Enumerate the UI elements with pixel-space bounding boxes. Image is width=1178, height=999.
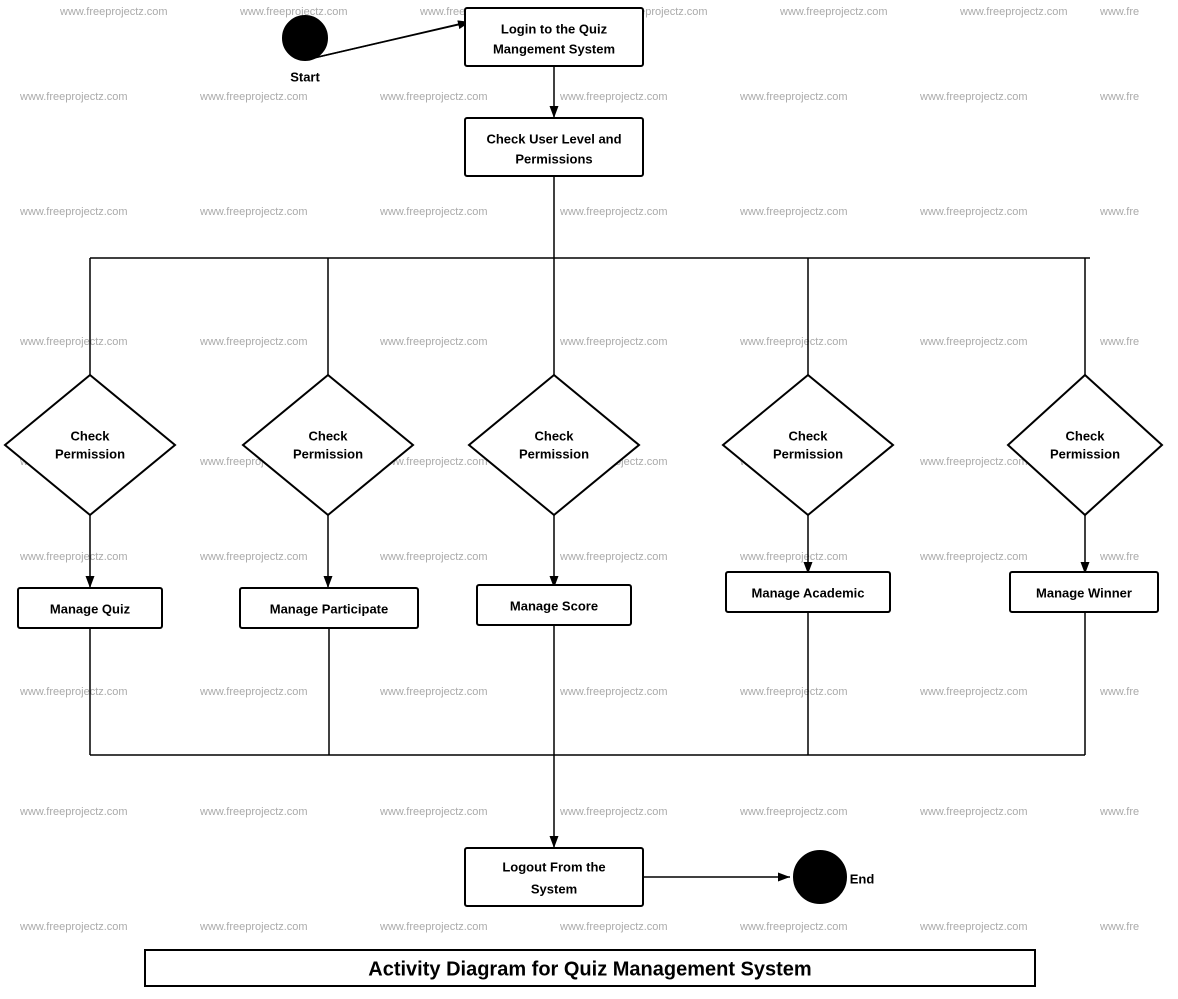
wm-r7-1: www.freeprojectz.com — [19, 686, 128, 698]
wm-r8-5: www.freeprojectz.com — [739, 806, 848, 818]
wm-r4-1: www.freeprojectz.com — [19, 336, 128, 348]
wm-row2-5: www.freeprojectz.com — [739, 91, 848, 103]
manage-score-text: Manage Score — [510, 598, 598, 613]
wm-r3-5: www.freeprojectz.com — [739, 206, 848, 218]
check-perm2-node — [243, 375, 413, 515]
manage-participate-text: Manage Participate — [270, 601, 389, 616]
manage-quiz-text: Manage Quiz — [50, 601, 131, 616]
check-user-text1: Check User Level and — [486, 131, 621, 146]
wm-r8-1: www.freeprojectz.com — [19, 806, 128, 818]
wm-r9-5: www.freeprojectz.com — [739, 921, 848, 933]
wm-row2-3: www.freeprojectz.com — [379, 91, 488, 103]
wm-r6-7: www.fre — [1099, 551, 1139, 563]
end-label: End — [850, 871, 875, 886]
check-perm5-text1: Check — [1065, 428, 1105, 443]
check-perm4-text2: Permission — [773, 446, 843, 461]
check-perm3-node — [469, 375, 639, 515]
wm-r3-4: www.freeprojectz.com — [559, 206, 668, 218]
wm-5: www.freeprojectz.com — [779, 6, 888, 18]
wm-r6-6: www.freeprojectz.com — [919, 551, 1028, 563]
manage-winner-text: Manage Winner — [1036, 585, 1132, 600]
wm-r9-7: www.fre — [1099, 921, 1139, 933]
arrow-start-login — [305, 22, 470, 60]
wm-r7-6: www.freeprojectz.com — [919, 686, 1028, 698]
wm-r8-3: www.freeprojectz.com — [379, 806, 488, 818]
manage-academic-text: Manage Academic — [752, 585, 865, 600]
wm-r6-4: www.freeprojectz.com — [559, 551, 668, 563]
wm-r7-5: www.freeprojectz.com — [739, 686, 848, 698]
diagram-title: Activity Diagram for Quiz Management Sys… — [368, 958, 811, 980]
check-perm1-node — [5, 375, 175, 515]
wm-r8-6: www.freeprojectz.com — [919, 806, 1028, 818]
end-node — [794, 851, 846, 903]
check-user-text2: Permissions — [515, 151, 592, 166]
wm-r3-3: www.freeprojectz.com — [379, 206, 488, 218]
wm-r8-4: www.freeprojectz.com — [559, 806, 668, 818]
wm-r9-1: www.freeprojectz.com — [19, 921, 128, 933]
diagram-container: www.freeprojectz.com www.freeprojectz.co… — [0, 0, 1178, 994]
wm-row2-7: www.fre — [1099, 91, 1139, 103]
wm-r4-7: www.fre — [1099, 336, 1139, 348]
check-perm4-text1: Check — [788, 428, 828, 443]
wm-r7-3: www.freeprojectz.com — [379, 686, 488, 698]
check-perm5-node — [1008, 375, 1162, 515]
check-user-level-node — [465, 118, 643, 176]
wm-row2-2: www.freeprojectz.com — [199, 91, 308, 103]
wm-r6-3: www.freeprojectz.com — [379, 551, 488, 563]
wm-7: www.fre — [1099, 6, 1139, 18]
wm-r7-2: www.freeprojectz.com — [199, 686, 308, 698]
wm-r9-3: www.freeprojectz.com — [379, 921, 488, 933]
check-perm2-text2: Permission — [293, 446, 363, 461]
wm-r6-1: www.freeprojectz.com — [19, 551, 128, 563]
wm-1: www.freeprojectz.com — [59, 6, 168, 18]
wm-r4-6: www.freeprojectz.com — [919, 336, 1028, 348]
wm-row2-1: www.freeprojectz.com — [19, 91, 128, 103]
login-text-line1: Login to the Quiz — [501, 21, 608, 36]
wm-r7-4: www.freeprojectz.com — [559, 686, 668, 698]
wm-row2-4: www.freeprojectz.com — [559, 91, 668, 103]
wm-r3-7: www.fre — [1099, 206, 1139, 218]
wm-r3-2: www.freeprojectz.com — [199, 206, 308, 218]
wm-r6-2: www.freeprojectz.com — [199, 551, 308, 563]
wm-r3-6: www.freeprojectz.com — [919, 206, 1028, 218]
start-label: Start — [290, 69, 320, 84]
activity-diagram: www.freeprojectz.com www.freeprojectz.co… — [0, 0, 1178, 994]
logout-text1: Logout From the — [502, 859, 605, 874]
check-perm4-node — [723, 375, 893, 515]
logout-text2: System — [531, 881, 577, 896]
wm-r4-3: www.freeprojectz.com — [379, 336, 488, 348]
login-text-line2: Mangement System — [493, 41, 615, 56]
check-perm1-text2: Permission — [55, 446, 125, 461]
wm-6: www.freeprojectz.com — [959, 6, 1068, 18]
wm-r7-7: www.fre — [1099, 686, 1139, 698]
wm-r8-7: www.fre — [1099, 806, 1139, 818]
wm-r9-6: www.freeprojectz.com — [919, 921, 1028, 933]
login-node — [465, 8, 643, 66]
wm-r8-2: www.freeprojectz.com — [199, 806, 308, 818]
check-perm3-text1: Check — [534, 428, 574, 443]
logout-node — [465, 848, 643, 906]
wm-r6-5: www.freeprojectz.com — [739, 551, 848, 563]
wm-r4-4: www.freeprojectz.com — [559, 336, 668, 348]
check-perm5-text2: Permission — [1050, 446, 1120, 461]
wm-r9-4: www.freeprojectz.com — [559, 921, 668, 933]
wm-2: www.freeprojectz.com — [239, 6, 348, 18]
check-perm3-text2: Permission — [519, 446, 589, 461]
wm-r5-6: www.freeprojectz.com — [919, 456, 1028, 468]
check-perm1-text1: Check — [70, 428, 110, 443]
start-node — [283, 16, 327, 60]
wm-row2-6: www.freeprojectz.com — [919, 91, 1028, 103]
check-perm2-text1: Check — [308, 428, 348, 443]
wm-r9-2: www.freeprojectz.com — [199, 921, 308, 933]
wm-r4-2: www.freeprojectz.com — [199, 336, 308, 348]
wm-r3-1: www.freeprojectz.com — [19, 206, 128, 218]
wm-r4-5: www.freeprojectz.com — [739, 336, 848, 348]
